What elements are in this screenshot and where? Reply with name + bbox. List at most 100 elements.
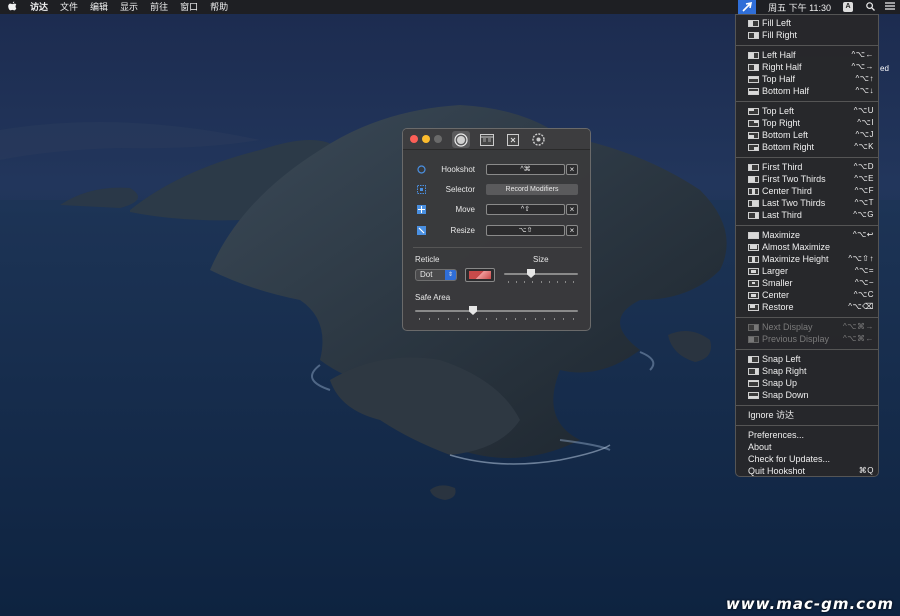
minimize-window-button[interactable] [422,135,430,143]
tab-shortcuts[interactable] [504,131,522,148]
circle-icon [417,165,426,174]
menu-item-snap-right[interactable]: Snap Right [736,365,878,377]
menu-item-label: About [748,442,772,452]
reticle-label: Reticle [415,255,440,264]
menu-item-left-half[interactable]: Left Half ^⌥← [736,49,878,61]
menu-go[interactable]: 前往 [144,0,174,14]
menu-item-smaller[interactable]: Smaller ^⌥− [736,277,878,289]
right-half-icon [748,63,759,71]
menu-item-shortcut: ^⌥= [854,266,874,275]
hookshot-status-icon[interactable] [738,0,757,14]
menu-item-top-half[interactable]: Top Half ^⌥↑ [736,73,878,85]
safe-area-slider[interactable] [415,306,578,316]
menu-item-bottom-left[interactable]: Bottom Left ^⌥J [736,129,878,141]
menu-item-next-display: Next Display ^⌥⌘→ [736,321,878,333]
safe-area-slider-knob[interactable] [469,306,477,315]
record-modifiers-button[interactable]: Record Modifiers [486,184,578,195]
menu-item-label: Bottom Left [762,130,809,140]
menu-item-almost-maximize[interactable]: Almost Maximize [736,241,878,253]
menu-item-snap-up[interactable]: Snap Up [736,377,878,389]
menu-item-fill-right[interactable]: Fill Right [736,29,878,41]
input-source-icon[interactable]: A [843,2,853,12]
layout-grid-icon [480,133,494,146]
menu-view[interactable]: 显示 [114,0,144,14]
move-shortcut-row: Move ^⇧ × [403,204,590,216]
size-slider[interactable] [504,269,578,279]
move-icon [417,205,426,214]
menu-help[interactable]: 帮助 [204,0,234,14]
snap-up-icon [748,379,759,387]
clear-resize-shortcut-button[interactable]: × [566,225,578,236]
menu-item-label: Fill Left [762,18,792,28]
menu-item-first-third[interactable]: First Third ^⌥D [736,161,878,173]
reticle-style-select[interactable]: Dot ⇕ [415,269,457,281]
menu-item-label: Bottom Right [762,142,815,152]
window-titlebar[interactable] [403,129,590,150]
resize-shortcut-field[interactable]: ⌥⇧ [486,225,565,236]
control-menu-icon[interactable] [880,2,900,12]
menu-separator [736,157,878,158]
menu-item-larger[interactable]: Larger ^⌥= [736,265,878,277]
menu-item-bottom-right[interactable]: Bottom Right ^⌥K [736,141,878,153]
close-window-button[interactable] [410,135,418,143]
clear-move-shortcut-button[interactable]: × [566,204,578,215]
menu-edit[interactable]: 编辑 [84,0,114,14]
reticle-style-value: Dot [420,270,433,279]
menu-item-about[interactable]: About [736,441,878,453]
hookshot-shortcut-field[interactable]: ^⌘ [486,164,565,175]
left-half-icon [748,51,759,59]
menu-item-label: First Third [762,162,803,172]
menu-item-shortcut: ^⌥J [855,130,874,139]
clear-hookshot-shortcut-button[interactable]: × [566,164,578,175]
menu-item-restore[interactable]: Restore ^⌥⌫ [736,301,878,313]
move-shortcut-field[interactable]: ^⇧ [486,204,565,215]
spotlight-search-icon[interactable] [861,1,880,13]
menu-item-last-two-thirds[interactable]: Last Two Thirds ^⌥T [736,197,878,209]
menu-separator [736,45,878,46]
menu-item-check-for-updates[interactable]: Check for Updates... [736,453,878,465]
menu-item-snap-down[interactable]: Snap Down [736,389,878,401]
menu-file[interactable]: 文件 [54,0,84,14]
zoom-window-button[interactable] [434,135,442,143]
color-swatch [469,271,491,279]
tab-layouts[interactable] [478,131,496,148]
menu-item-label: Next Display [762,322,813,332]
menu-item-ignore[interactable]: Ignore 访达 [736,409,878,421]
menu-item-fill-left[interactable]: Fill Left [736,17,878,29]
menu-item-shortcut: ^⌥⇧↑ [848,254,874,263]
menu-item-first-two-thirds[interactable]: First Two Thirds ^⌥E [736,173,878,185]
menu-finder[interactable]: 访达 [24,0,54,14]
menu-item-top-right[interactable]: Top Right ^⌥I [736,117,878,129]
menu-item-top-left[interactable]: Top Left ^⌥U [736,105,878,117]
menu-item-preferences[interactable]: Preferences... [736,429,878,441]
maximize-height-icon [748,255,759,263]
menu-item-label: Left Half [762,50,796,60]
reticle-color-well[interactable] [465,268,495,282]
menubar-clock[interactable]: 周五 下午 11:30 [762,1,837,14]
menu-separator [736,349,878,350]
larger-icon [748,267,759,275]
menu-item-bottom-half[interactable]: Bottom Half ^⌥↓ [736,85,878,97]
menu-item-quit-hookshot[interactable]: Quit Hookshot ⌘Q [736,465,878,477]
menu-item-maximize-height[interactable]: Maximize Height ^⌥⇧↑ [736,253,878,265]
gear-icon [531,133,545,146]
hookshot-shortcut-row: Hookshot ^⌘ × [403,164,590,176]
tab-advanced[interactable] [529,131,547,148]
size-slider-knob[interactable] [527,269,535,278]
menu-item-center[interactable]: Center ^⌥C [736,289,878,301]
smaller-icon [748,279,759,287]
menu-item-shortcut: ^⌥← [851,50,874,59]
menu-item-shortcut: ^⌥T [854,198,874,207]
apple-menu-icon[interactable] [0,1,24,14]
menu-item-last-third[interactable]: Last Third ^⌥G [736,209,878,221]
center-third-icon [748,187,759,195]
snap-left-icon [748,355,759,363]
menu-item-snap-left[interactable]: Snap Left [736,353,878,365]
tab-general[interactable] [452,131,470,148]
chevron-updown-icon: ⇕ [445,270,456,280]
menu-item-right-half[interactable]: Right Half ^⌥→ [736,61,878,73]
menu-item-center-third[interactable]: Center Third ^⌥F [736,185,878,197]
desktop-partial-label: ed [880,64,889,73]
menu-window[interactable]: 窗口 [174,0,204,14]
menu-item-maximize[interactable]: Maximize ^⌥↩ [736,229,878,241]
